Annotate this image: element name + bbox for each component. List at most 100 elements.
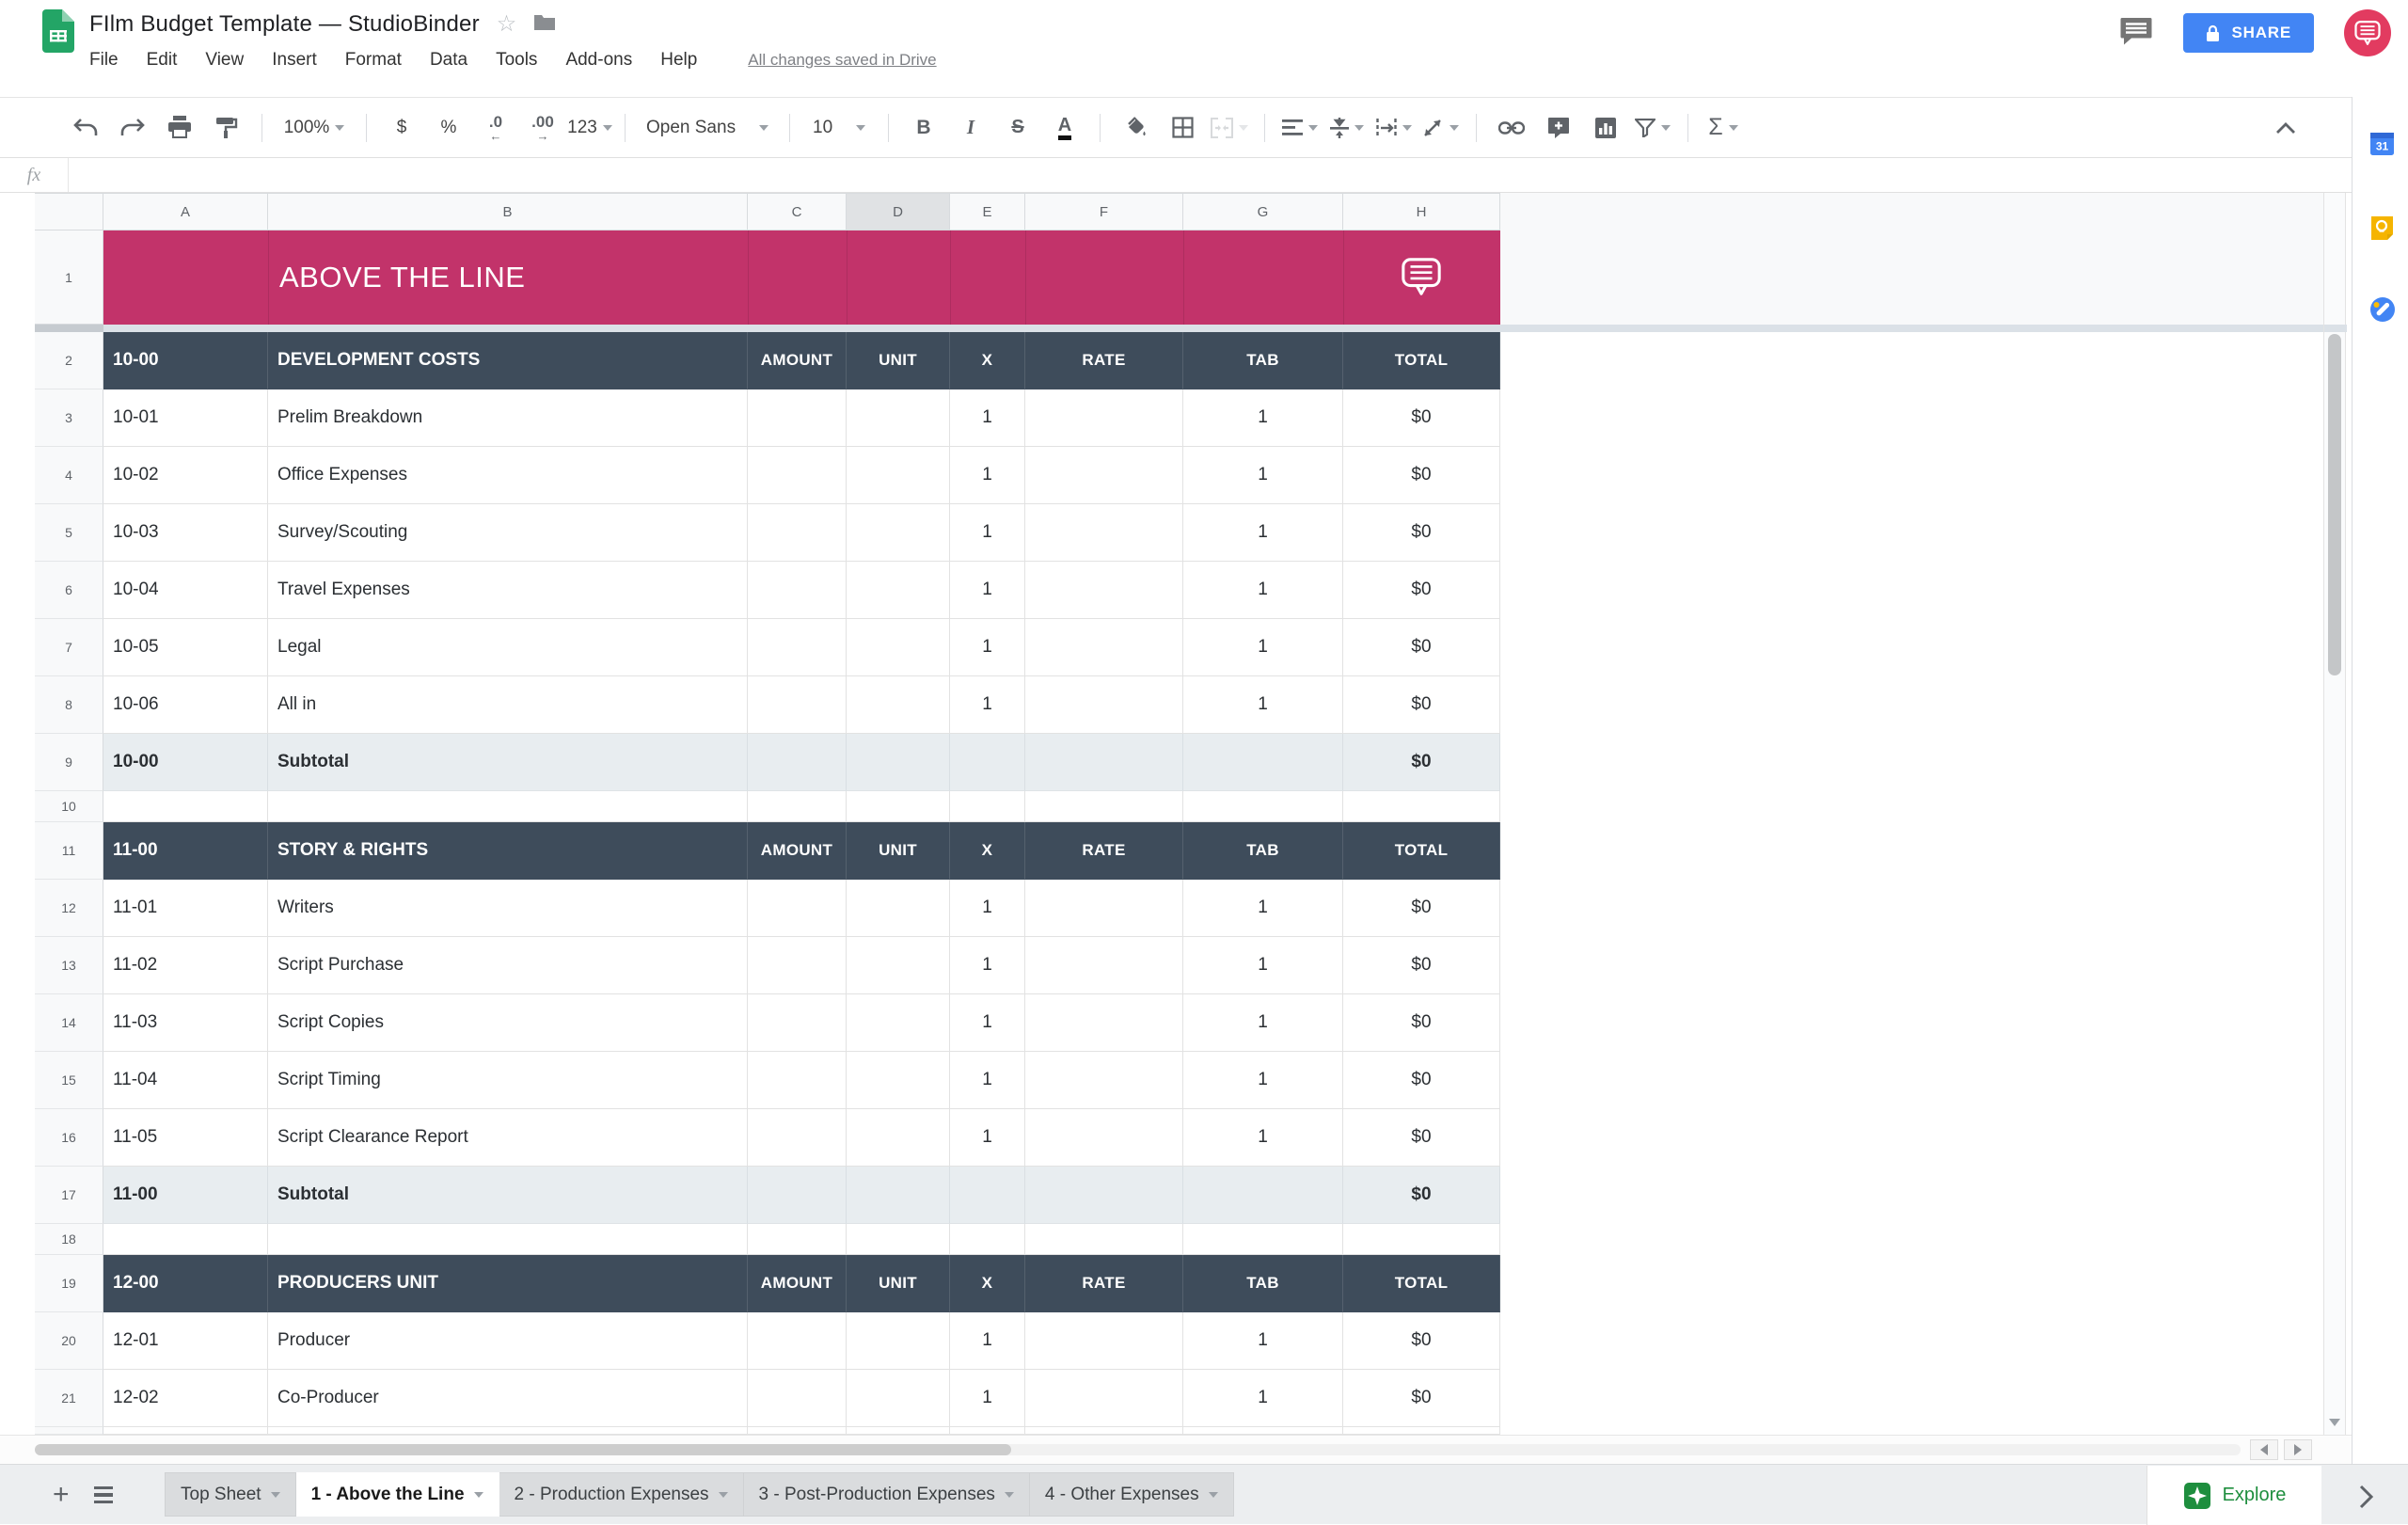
cell-B19[interactable]: PRODUCERS UNIT: [268, 1255, 748, 1312]
cell-A14[interactable]: 11-03: [103, 994, 268, 1052]
row-header-15[interactable]: 15: [35, 1052, 103, 1109]
cell-A3[interactable]: 10-01: [103, 389, 268, 447]
text-wrap-button[interactable]: [1370, 107, 1418, 149]
cell-G16[interactable]: 1: [1183, 1109, 1343, 1167]
cell-H7[interactable]: $0: [1343, 619, 1500, 676]
cell-E19[interactable]: X: [950, 1255, 1025, 1312]
cell-G14[interactable]: 1: [1183, 994, 1343, 1052]
cell-D21[interactable]: [847, 1370, 950, 1427]
calendar-icon[interactable]: 31: [2369, 131, 2395, 161]
cell-C15[interactable]: [748, 1052, 847, 1109]
cell-A13[interactable]: 11-02: [103, 937, 268, 994]
font-select[interactable]: Open Sans: [637, 107, 778, 149]
cell-G7[interactable]: 1: [1183, 619, 1343, 676]
cell-H15[interactable]: $0: [1343, 1052, 1500, 1109]
horizontal-scrollbar[interactable]: [0, 1435, 2352, 1464]
cell-G3[interactable]: 1: [1183, 389, 1343, 447]
cell-E12[interactable]: 1: [950, 880, 1025, 937]
cell-G11[interactable]: TAB: [1183, 822, 1343, 880]
cell-F2[interactable]: RATE: [1025, 332, 1183, 389]
row-header-8[interactable]: 8: [35, 676, 103, 734]
cell-A8[interactable]: 10-06: [103, 676, 268, 734]
column-header-C[interactable]: C: [748, 193, 847, 230]
cell-G17[interactable]: [1183, 1167, 1343, 1224]
cell-F16[interactable]: [1025, 1109, 1183, 1167]
row-header-3[interactable]: 3: [35, 389, 103, 447]
insert-chart-button[interactable]: [1582, 107, 1629, 149]
row-header-7[interactable]: 7: [35, 619, 103, 676]
cell-D6[interactable]: [847, 562, 950, 619]
cell-H19[interactable]: TOTAL: [1343, 1255, 1500, 1312]
dropdown-caret[interactable]: [271, 1492, 280, 1498]
vertical-scrollbar[interactable]: [2323, 193, 2346, 1435]
cell-A16[interactable]: 11-05: [103, 1109, 268, 1167]
cell-B5[interactable]: Survey/Scouting: [268, 504, 748, 562]
cell-A21[interactable]: 12-02: [103, 1370, 268, 1427]
cell-C5[interactable]: [748, 504, 847, 562]
cell-E6[interactable]: 1: [950, 562, 1025, 619]
cell-F9[interactable]: [1025, 734, 1183, 791]
vertical-scrollbar-thumb[interactable]: [2328, 334, 2341, 675]
cell-C2[interactable]: AMOUNT: [748, 332, 847, 389]
cell-A17[interactable]: 11-00: [103, 1167, 268, 1224]
cell-E4[interactable]: 1: [950, 447, 1025, 504]
cell-A19[interactable]: 12-00: [103, 1255, 268, 1312]
cell-H17[interactable]: $0: [1343, 1167, 1500, 1224]
cell-E7[interactable]: 1: [950, 619, 1025, 676]
cell-E15[interactable]: 1: [950, 1052, 1025, 1109]
insert-comment-button[interactable]: [1535, 107, 1582, 149]
cell-D5[interactable]: [847, 504, 950, 562]
increase-decimal-button[interactable]: .00→: [519, 107, 566, 149]
cell-B6[interactable]: Travel Expenses: [268, 562, 748, 619]
horizontal-scrollbar-thumb[interactable]: [35, 1444, 1011, 1455]
cell-H12[interactable]: $0: [1343, 880, 1500, 937]
cell-G18[interactable]: [1183, 1224, 1343, 1255]
menu-format[interactable]: Format: [345, 50, 402, 71]
column-header-B[interactable]: B: [268, 193, 748, 230]
column-header-D[interactable]: D: [847, 193, 950, 230]
select-all-corner[interactable]: [35, 193, 103, 230]
cell-A9[interactable]: 10-00: [103, 734, 268, 791]
keep-icon[interactable]: [2369, 215, 2395, 246]
cell-B9[interactable]: Subtotal: [268, 734, 748, 791]
row-header-9[interactable]: 9: [35, 734, 103, 791]
font-size-select[interactable]: 10: [801, 107, 877, 149]
scroll-down-button[interactable]: [2326, 1414, 2343, 1431]
cell-A12[interactable]: 11-01: [103, 880, 268, 937]
row-header-22[interactable]: [35, 1427, 103, 1435]
cell-B3[interactable]: Prelim Breakdown: [268, 389, 748, 447]
decrease-decimal-button[interactable]: .0←: [472, 107, 519, 149]
collapse-toolbar-button[interactable]: [2269, 111, 2303, 145]
cell-F22[interactable]: [1025, 1427, 1183, 1435]
cell-B20[interactable]: Producer: [268, 1312, 748, 1370]
cell-E8[interactable]: 1: [950, 676, 1025, 734]
cell-E14[interactable]: 1: [950, 994, 1025, 1052]
insert-link-button[interactable]: [1488, 107, 1535, 149]
cell-H4[interactable]: $0: [1343, 447, 1500, 504]
cell-C11[interactable]: AMOUNT: [748, 822, 847, 880]
cell-E17[interactable]: [950, 1167, 1025, 1224]
cell-A5[interactable]: 10-03: [103, 504, 268, 562]
cell-G4[interactable]: 1: [1183, 447, 1343, 504]
cell-C7[interactable]: [748, 619, 847, 676]
cell-G2[interactable]: TAB: [1183, 332, 1343, 389]
share-button[interactable]: SHARE: [2183, 13, 2314, 53]
cell-H6[interactable]: $0: [1343, 562, 1500, 619]
menu-file[interactable]: File: [89, 50, 119, 71]
cell-F15[interactable]: [1025, 1052, 1183, 1109]
cell-H5[interactable]: $0: [1343, 504, 1500, 562]
cell-D7[interactable]: [847, 619, 950, 676]
cell-F10[interactable]: [1025, 791, 1183, 822]
row-header-2[interactable]: 2: [35, 332, 103, 389]
menu-insert[interactable]: Insert: [272, 50, 317, 71]
cell-C13[interactable]: [748, 937, 847, 994]
cell-B11[interactable]: STORY & RIGHTS: [268, 822, 748, 880]
menu-data[interactable]: Data: [430, 50, 467, 71]
cell-B17[interactable]: Subtotal: [268, 1167, 748, 1224]
cell-G21[interactable]: 1: [1183, 1370, 1343, 1427]
row-header-21[interactable]: 21: [35, 1370, 103, 1427]
cell-E9[interactable]: [950, 734, 1025, 791]
borders-button[interactable]: [1159, 107, 1206, 149]
cell-A18[interactable]: [103, 1224, 268, 1255]
scroll-right-button[interactable]: [2284, 1439, 2312, 1460]
